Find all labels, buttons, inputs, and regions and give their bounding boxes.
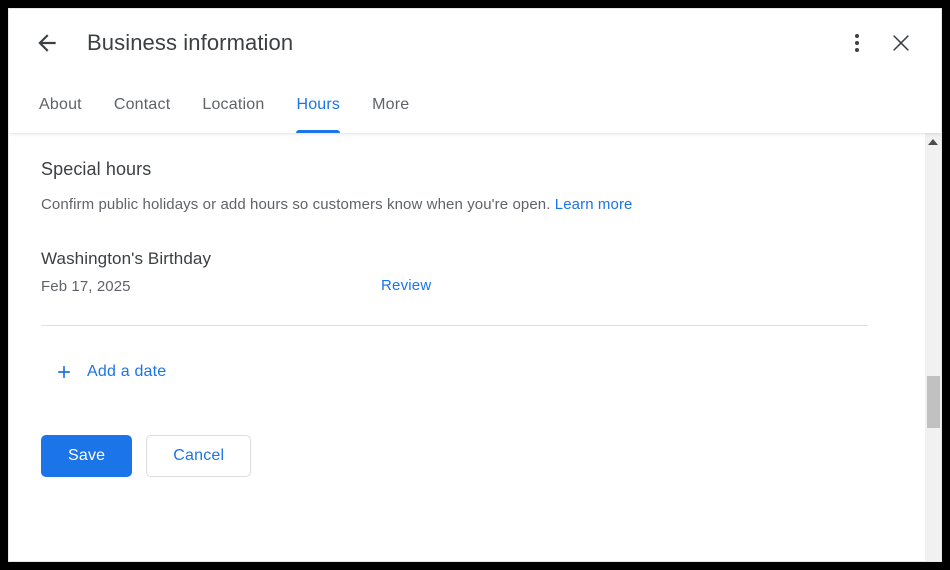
- holiday-name: Washington's Birthday: [41, 249, 212, 268]
- learn-more-link[interactable]: Learn more: [555, 196, 633, 213]
- title-bar: Business information: [9, 9, 941, 77]
- page-title: Business information: [87, 30, 294, 55]
- more-vert-icon: [855, 34, 859, 52]
- tab-label: About: [39, 96, 82, 113]
- tab-hours[interactable]: Hours: [280, 77, 356, 133]
- special-hours-row: Washington's Birthday Feb 17, 2025 Revie…: [41, 249, 892, 295]
- dialog-header: Business information About Contact Locat…: [9, 9, 941, 133]
- close-icon: [888, 30, 914, 56]
- tab-about[interactable]: About: [23, 77, 98, 133]
- scroll-up-button[interactable]: [925, 133, 941, 150]
- tab-more[interactable]: More: [356, 77, 425, 133]
- tab-label: Location: [202, 96, 265, 113]
- scrollbar-thumb[interactable]: [927, 376, 940, 428]
- holiday-action: Review: [381, 249, 431, 294]
- tab-label: Contact: [113, 96, 171, 113]
- tab-bar: About Contact Location Hours More: [9, 77, 941, 133]
- add-date-button[interactable]: Add a date: [41, 361, 166, 383]
- cancel-button[interactable]: Cancel: [146, 435, 252, 477]
- tab-location[interactable]: Location: [186, 77, 280, 133]
- special-hours-panel: Special hours Confirm public holidays or…: [9, 133, 924, 561]
- holiday-date: Feb 17, 2025: [41, 278, 131, 295]
- section-description: Confirm public holidays or add hours so …: [41, 196, 892, 213]
- caret-down-icon: [928, 549, 938, 556]
- tab-contact[interactable]: Contact: [98, 77, 187, 133]
- vertical-scrollbar[interactable]: [924, 133, 941, 561]
- action-bar: Save Cancel: [41, 435, 892, 477]
- section-title: Special hours: [41, 159, 152, 179]
- tab-label: More: [372, 96, 410, 113]
- save-button[interactable]: Save: [41, 435, 133, 477]
- scroll-down-button[interactable]: [925, 544, 941, 561]
- overflow-menu-button[interactable]: [835, 21, 879, 65]
- section-description-text: Confirm public holidays or add hours so …: [41, 196, 551, 213]
- review-link[interactable]: Review: [381, 277, 431, 294]
- holiday-info: Washington's Birthday Feb 17, 2025: [41, 249, 381, 295]
- row-divider: [41, 325, 868, 326]
- add-date-label: Add a date: [87, 363, 167, 380]
- business-information-dialog: Business information About Contact Locat…: [8, 8, 942, 562]
- tab-label: Hours: [296, 96, 341, 113]
- screen: Business information About Contact Locat…: [0, 0, 950, 570]
- back-arrow-icon: [34, 30, 60, 56]
- back-button[interactable]: [25, 21, 69, 65]
- dialog-body: Special hours Confirm public holidays or…: [9, 133, 941, 561]
- caret-up-icon: [928, 138, 938, 145]
- close-button[interactable]: [879, 21, 923, 65]
- plus-icon: [53, 361, 75, 383]
